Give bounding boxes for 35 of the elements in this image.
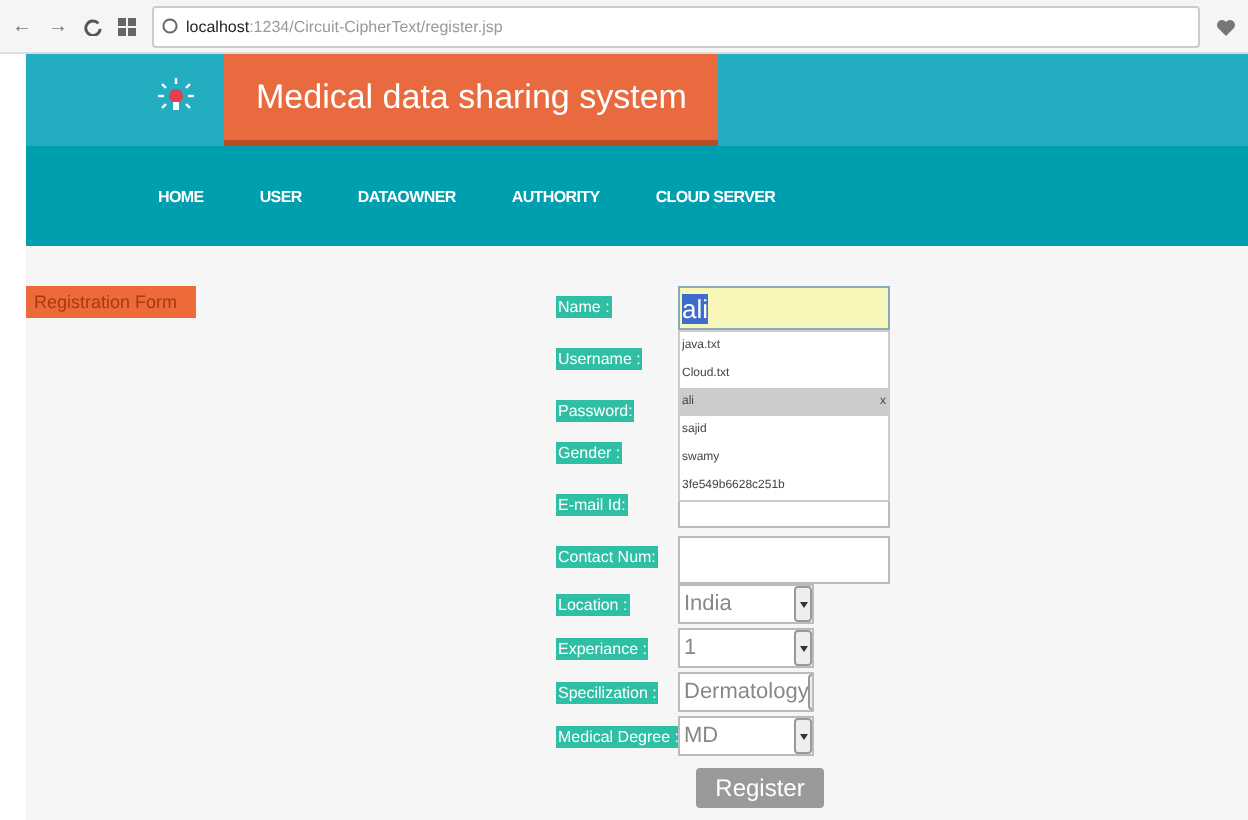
- address-bar[interactable]: localhost:1234/Circuit-CipherText/register.jsp: [152, 5, 1200, 47]
- caret-icon: [799, 733, 807, 739]
- field-label: Contact Num:: [556, 546, 658, 568]
- input-field[interactable]: [678, 536, 890, 584]
- field-label: Username :: [556, 348, 643, 370]
- grid-icon[interactable]: [118, 17, 136, 35]
- field-label: Password:: [556, 400, 635, 422]
- nav-link[interactable]: CLOUD SERVER: [655, 187, 776, 205]
- field-label: Gender :: [556, 442, 623, 464]
- lightbulb-icon: [156, 76, 196, 116]
- field-label: Experiance :: [556, 638, 649, 660]
- field-label: Medical Degree :: [556, 726, 681, 748]
- nav-link[interactable]: HOME: [158, 187, 204, 205]
- caret-icon: [799, 601, 807, 607]
- field-label: E-mail Id:: [556, 494, 628, 516]
- field-label: Location :: [556, 594, 630, 616]
- back-icon[interactable]: ←: [12, 15, 32, 37]
- forward-icon[interactable]: →: [48, 15, 68, 37]
- field-label: Specilization :: [556, 682, 659, 704]
- caret-icon: [799, 645, 807, 651]
- heart-icon[interactable]: [1216, 17, 1236, 35]
- site-title: Medical data sharing system: [224, 54, 719, 146]
- register-button[interactable]: Register: [696, 768, 824, 808]
- select-field[interactable]: MD: [678, 716, 814, 756]
- reload-icon[interactable]: [84, 17, 102, 35]
- nav-link[interactable]: DATAOWNER: [357, 187, 456, 205]
- select-field[interactable]: 1: [678, 628, 814, 668]
- form-title: Registration Form: [26, 286, 196, 318]
- site-info-icon[interactable]: [162, 18, 178, 34]
- nav-link[interactable]: AUTHORITY: [511, 187, 600, 205]
- select-field[interactable]: India: [678, 584, 814, 624]
- input-field[interactable]: ali: [678, 286, 890, 330]
- field-label: Name :: [556, 296, 612, 318]
- select-field[interactable]: Dermatology: [678, 672, 814, 712]
- nav-link[interactable]: USER: [259, 187, 302, 205]
